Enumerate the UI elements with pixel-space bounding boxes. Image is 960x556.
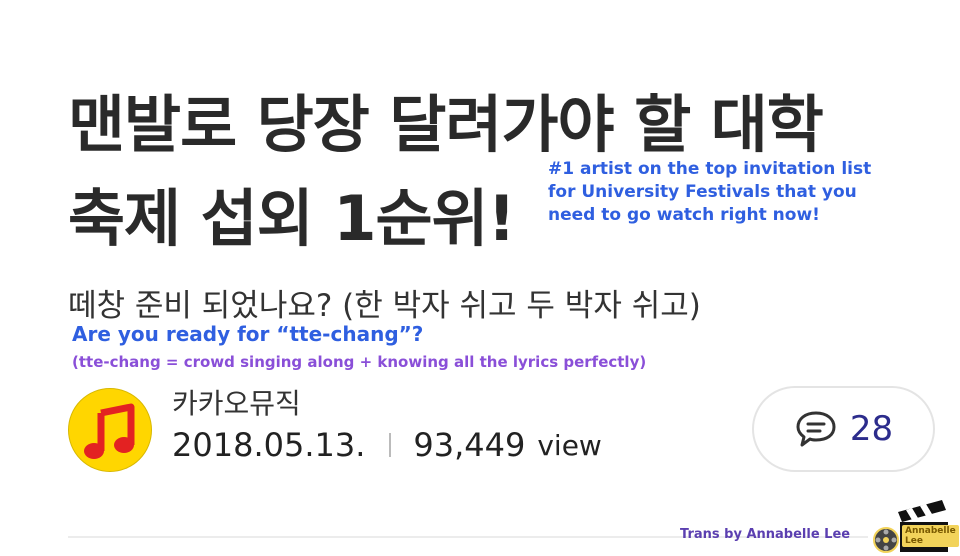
article-meta: 2018.05.13. 93,449 view bbox=[172, 425, 602, 465]
article-title-line-2: 축제 섭외 1순위! bbox=[68, 182, 516, 255]
subtitle-translation-line-1: Are you ready for “tte-chang”? bbox=[72, 322, 424, 346]
comment-count: 28 bbox=[849, 409, 894, 449]
title-translation-line-2: for University Festivals that you bbox=[548, 182, 857, 202]
view-label: view bbox=[537, 428, 602, 462]
music-note-icon[interactable] bbox=[68, 388, 152, 472]
title-translation-line-1: #1 artist on the top invitation list bbox=[548, 159, 872, 179]
publish-date: 2018.05.13. bbox=[172, 426, 366, 464]
title-translation: #1 artist on the top invitation list for… bbox=[548, 158, 871, 227]
logo-text-line-2: Lee bbox=[905, 536, 923, 546]
view-count: 93,449 bbox=[413, 426, 526, 464]
article-title-line-1: 맨발로 당장 달려가야 할 대학 bbox=[68, 88, 824, 161]
source-name[interactable]: 카카오뮤직 bbox=[172, 382, 301, 422]
speech-bubble-icon bbox=[796, 411, 836, 447]
subtitle-translation-line-2: (tte-chang = crowd singing along + knowi… bbox=[72, 353, 647, 371]
meta-divider bbox=[389, 433, 392, 457]
logo-text: Annabelle Lee bbox=[902, 525, 959, 547]
translator-credit: Trans by Annabelle Lee bbox=[680, 527, 851, 542]
article-subtitle: 떼창 준비 되었나요? (한 박자 쉬고 두 박자 쉬고) bbox=[68, 288, 701, 324]
title-translation-line-3: need to go watch right now! bbox=[548, 205, 820, 225]
comment-button[interactable]: 28 bbox=[752, 386, 935, 472]
logo-text-line-1: Annabelle bbox=[905, 526, 956, 536]
